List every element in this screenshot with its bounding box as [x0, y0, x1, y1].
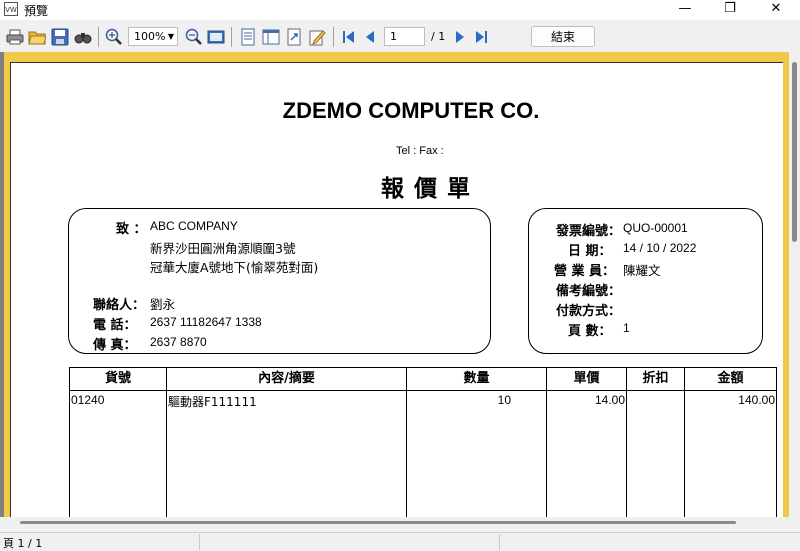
column-divider: [626, 390, 627, 517]
close-preview-button[interactable]: 結束: [531, 26, 595, 47]
fit-page-icon[interactable]: [207, 28, 225, 46]
row-unit-price: 14.00: [594, 393, 625, 407]
vertical-scroll-thumb[interactable]: [792, 62, 797, 242]
horizontal-scrollbar[interactable]: [0, 517, 800, 531]
header-discount: 折扣: [627, 368, 685, 390]
fax-label: 傳 真：: [93, 338, 137, 353]
to-label: 致 ：: [116, 222, 147, 237]
payment-method-label: 付款方式：: [556, 304, 622, 319]
export-icon[interactable]: [285, 28, 303, 46]
report-page: ZDEMO COMPUTER CO. Tel : Fax : 報價單 致 ： A…: [10, 62, 783, 517]
open-folder-icon[interactable]: [28, 28, 47, 46]
salesperson-label: 營 業 員：: [554, 264, 616, 279]
header-unit-price: 單價: [547, 368, 627, 390]
horizontal-scroll-thumb[interactable]: [20, 521, 736, 524]
chevron-down-icon: ▼: [167, 32, 174, 41]
header-description: 內容/摘要: [167, 368, 407, 390]
next-page-icon[interactable]: [451, 28, 469, 46]
page-total: / 1: [431, 30, 446, 43]
status-page-indicator: 頁 1 / 1: [3, 537, 43, 550]
save-icon[interactable]: [51, 28, 69, 46]
row-item-no: 01240: [71, 393, 105, 407]
phone-value: 2637 11182647 1338: [150, 315, 262, 329]
page-count-value: 1: [623, 321, 630, 335]
document-title: 報價單: [381, 175, 480, 202]
find-icon[interactable]: [74, 28, 92, 46]
header-quantity: 數量: [407, 368, 547, 390]
row-quantity: 10: [497, 393, 511, 407]
toolbar-separator: [98, 27, 99, 47]
row-description: 驅動器F111111: [168, 395, 257, 409]
header-item-no: 貨號: [70, 368, 167, 390]
columns-icon[interactable]: [262, 28, 280, 46]
column-divider: [546, 390, 547, 517]
edit-icon[interactable]: [308, 28, 326, 46]
zoom-select[interactable]: 100% ▼: [128, 27, 178, 46]
first-page-icon[interactable]: [340, 28, 358, 46]
status-divider: [199, 534, 200, 550]
invoice-no-value: QUO-00001: [623, 221, 688, 235]
page-count-label: 頁 數：: [568, 324, 612, 339]
page-number-input[interactable]: 1: [384, 27, 425, 46]
status-divider: [499, 534, 500, 550]
contact-label: 聯絡人：: [93, 298, 146, 313]
prev-page-icon[interactable]: [362, 28, 380, 46]
zoom-value: 100%: [134, 30, 166, 43]
window-title: 預覽: [24, 4, 49, 18]
app-icon: VW: [4, 2, 18, 16]
address-line-1: 新界沙田圓洲角源順圍3號: [150, 241, 296, 256]
column-divider: [406, 390, 407, 517]
maximize-button[interactable]: ❐: [707, 0, 753, 20]
column-divider: [166, 390, 167, 517]
reference-label: 備考編號：: [556, 284, 622, 299]
to-value: ABC COMPANY: [150, 219, 238, 233]
invoice-no-label: 發票編號：: [556, 224, 622, 239]
fax-value: 2637 8870: [150, 335, 207, 349]
column-divider: [684, 390, 685, 517]
contact-value: 劉永: [150, 297, 176, 312]
items-table-header: 貨號 內容/摘要 數量 單價 折扣 金額: [69, 367, 777, 391]
preview-viewport[interactable]: ZDEMO COMPUTER CO. Tel : Fax : 報價單 致 ： A…: [0, 52, 800, 517]
last-page-icon[interactable]: [473, 28, 491, 46]
salesperson-value: 陳耀文: [623, 263, 661, 278]
tel-fax-line: Tel : Fax :: [396, 145, 444, 157]
zoom-in-icon[interactable]: [105, 28, 123, 46]
title-bar: VW 預覽 — ❐ ✕: [0, 0, 800, 20]
address-line-2: 冠華大廈A號地下(愉翠苑對面): [150, 260, 319, 275]
status-bar: 頁 1 / 1: [0, 532, 800, 551]
header-amount: 金額: [717, 371, 744, 386]
date-value: 14 / 10 / 2022: [623, 241, 697, 255]
toolbar: 100% ▼ 1 / 1 結束: [0, 24, 800, 50]
toolbar-separator: [333, 27, 334, 47]
phone-label: 電 話：: [93, 318, 137, 333]
toolbar-separator: [231, 27, 232, 47]
date-label: 日 期：: [568, 244, 612, 259]
page-setup-icon[interactable]: [239, 28, 257, 46]
zoom-out-icon[interactable]: [185, 28, 203, 46]
close-window-button[interactable]: ✕: [753, 0, 799, 20]
company-name: ZDEMO COMPUTER CO.: [282, 98, 540, 123]
minimize-button[interactable]: —: [662, 0, 708, 20]
row-amount: 140.00: [738, 393, 775, 407]
print-icon[interactable]: [6, 28, 24, 46]
